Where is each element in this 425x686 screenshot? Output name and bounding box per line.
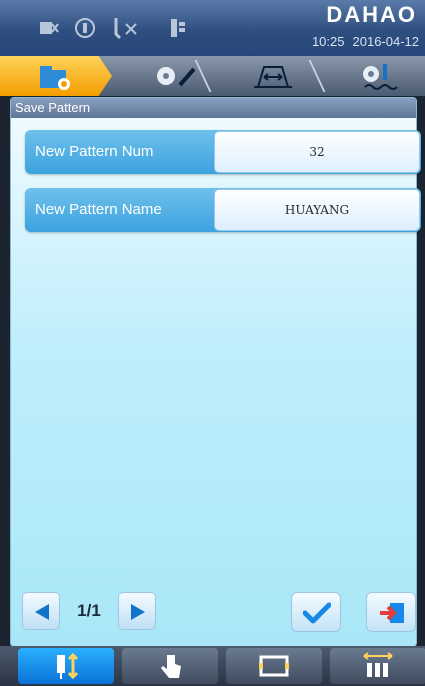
frame-icon [259, 655, 289, 677]
tab-frame-offset[interactable] [232, 56, 314, 96]
manual-hand-icon [161, 655, 181, 678]
open-pattern-icon [40, 66, 70, 90]
date-text: 2016-04-12 [352, 34, 420, 49]
pager: 1/1 [22, 592, 162, 630]
tab-needle-mode[interactable] [18, 648, 114, 684]
tab-edit-pattern[interactable] [126, 56, 226, 96]
clock: 10:25 2016-04-12 [279, 34, 419, 49]
embroidery-icon [363, 64, 398, 90]
next-page-button[interactable] [118, 592, 156, 630]
checkmark-icon [303, 602, 331, 624]
pattern-num-label: New Pattern Num [35, 143, 154, 160]
arrow-right-icon [131, 604, 145, 620]
time-text: 10:25 [311, 34, 345, 49]
needle-rack-icon [363, 652, 393, 677]
prev-page-button[interactable] [22, 592, 60, 630]
tab-needle-rack[interactable] [330, 648, 425, 684]
tab-manual[interactable] [122, 648, 218, 684]
pattern-num-row: New Pattern Num 32 [25, 130, 421, 174]
bottom-bar [0, 646, 425, 686]
brand-logo: DAHAO [326, 2, 417, 27]
page-indicator: 1/1 [77, 601, 101, 620]
thread-status-icon [72, 16, 98, 42]
needle-mode-icon [57, 652, 79, 680]
exit-button[interactable] [366, 592, 416, 632]
exit-icon [380, 603, 404, 623]
frame-offset-icon [254, 66, 292, 88]
pattern-num-field[interactable]: 32 [214, 131, 420, 173]
tab-frame[interactable] [226, 648, 322, 684]
pattern-name-label: New Pattern Name [35, 201, 162, 218]
tab-open-pattern[interactable] [0, 56, 112, 96]
step-tab-bar [0, 56, 425, 96]
arrow-left-icon [35, 604, 49, 620]
frame-mode-icon [166, 16, 192, 42]
confirm-button[interactable] [291, 592, 341, 632]
pattern-name-row: New Pattern Name HUAYANG [25, 188, 421, 232]
tab-embroidery[interactable] [336, 56, 422, 96]
needle-cut-icon [110, 16, 146, 42]
pattern-name-field[interactable]: HUAYANG [214, 189, 420, 231]
edit-pattern-icon [157, 67, 196, 87]
save-pattern-panel: Save Pattern New Pattern Num 32 New Patt… [10, 97, 421, 647]
status-bar: DAHAO 10:25 2016-04-12 [0, 0, 425, 56]
panel-title: Save Pattern [11, 98, 416, 118]
machine-status-icon [36, 16, 62, 42]
